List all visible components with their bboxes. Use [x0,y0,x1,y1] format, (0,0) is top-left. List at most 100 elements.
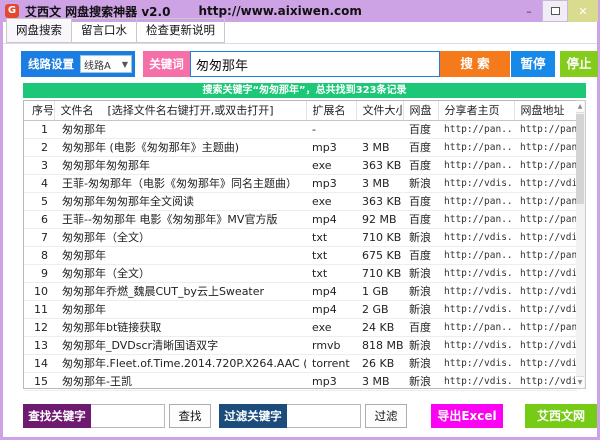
cell-sharer-link[interactable]: http://vdis... [438,174,514,192]
vertical-scrollbar[interactable]: ▲ ▼ [576,100,586,389]
cell-address-link[interactable]: http://pan.... [514,156,577,174]
minimize-button[interactable]: – [516,0,542,22]
scroll-up-icon[interactable]: ▲ [576,101,584,113]
line-select[interactable]: 线路A ▼ [80,55,132,73]
titlebar-url: http://www.aixiwen.com [198,4,361,18]
cell-index: 10 [24,282,54,300]
cell-index: 8 [24,246,54,264]
app-logo-icon: G [5,4,19,18]
cell-ext: mp3 [306,138,356,156]
cell-sharer-link[interactable]: http://pan.... [438,318,514,336]
cell-sharer-link[interactable]: http://pan.... [438,192,514,210]
scrollbar-thumb[interactable] [576,114,584,204]
cell-address-link[interactable]: http://pan.... [514,192,577,210]
stop-button[interactable]: 停止 [560,51,598,77]
cell-address-link[interactable]: http://pan.... [514,210,577,228]
table-row[interactable]: 12匆匆那年bt链接获取exe24 KB百度http://pan....http… [24,318,577,336]
cell-sharer-link[interactable]: http://vdis... [438,228,514,246]
table-row[interactable]: 1匆匆那年-百度http://pan....http://pan.... [24,120,577,138]
cell-address-link[interactable]: http://vdis... [514,300,577,318]
cell-filename[interactable]: 匆匆那年匆匆那年全文阅读 [54,192,306,210]
table-row[interactable]: 14匆匆那年.Fleet.of.Time.2014.720P.X264.AAC … [24,354,577,372]
cell-address-link[interactable]: http://vdis... [514,336,577,354]
cell-sharer-link[interactable]: http://vdis... [438,264,514,282]
tab-message-board[interactable]: 留言口水 [72,18,137,43]
filter-button[interactable]: 过滤 [365,404,407,428]
cell-filename[interactable]: 王菲--匆匆那年 电影《匆匆那年》MV官方版 [54,210,306,228]
header-ext: 扩展名 [306,101,356,120]
filter-keyword-input[interactable] [287,404,361,428]
cell-ext: mp4 [306,300,356,318]
cell-filename[interactable]: 匆匆那年 [54,246,306,264]
table-row[interactable]: 2匆匆那年 (电影《匆匆那年》主题曲)mp33 MB百度http://pan..… [24,138,577,156]
find-button[interactable]: 查找 [169,404,211,428]
table-row[interactable]: 4王菲-匆匆那年（电影《匆匆那年》同名主题曲）mp33 MB新浪http://v… [24,174,577,192]
aixiwen-site-button[interactable]: 艾西文网 [525,404,597,428]
cell-address-link[interactable]: http://vdis... [514,372,577,390]
cell-sharer-link[interactable]: http://pan.... [438,138,514,156]
cell-address-link[interactable]: http://vdis... [514,264,577,282]
cell-address-link[interactable]: http://vdis... [514,354,577,372]
cell-sharer-link[interactable]: http://pan.... [438,246,514,264]
cell-filename[interactable]: 匆匆那年bt链接获取 [54,318,306,336]
cell-filename[interactable]: 匆匆那年-王凯 [54,372,306,390]
cell-sharer-link[interactable]: http://pan.... [438,120,514,138]
table-row[interactable]: 5匆匆那年匆匆那年全文阅读exe363 KB百度http://pan....ht… [24,192,577,210]
cell-address-link[interactable]: http://pan.... [514,120,577,138]
cell-address-link[interactable]: http://pan.... [514,318,577,336]
table-row[interactable]: 7匆匆那年（全文）txt710 KB新浪http://vdis...http:/… [24,228,577,246]
cell-address-link[interactable]: http://vdis... [514,228,577,246]
cell-sharer-link[interactable]: http://vdis... [438,300,514,318]
cell-sharer-link[interactable]: http://vdis... [438,372,514,390]
table-row[interactable]: 13匆匆那年_DVDscr清晰国语双字rmvb818 MB新浪http://vd… [24,336,577,354]
cell-index: 9 [24,264,54,282]
search-button[interactable]: 搜 索 [440,51,510,77]
menu-bar: 网盘搜索 留言口水 检查更新说明 [3,22,597,44]
table-row[interactable]: 3匆匆那年匆匆那年exe363 KB百度http://pan....http:/… [24,156,577,174]
cell-sharer-link[interactable]: http://vdis... [438,282,514,300]
cell-sharer-link[interactable]: http://pan.... [438,156,514,174]
cell-filename[interactable]: 匆匆那年.Fleet.of.Time.2014.720P.X264.AAC (1… [54,354,306,372]
cell-address-link[interactable]: http://pan.... [514,138,577,156]
cell-filename[interactable]: 匆匆那年（全文） [54,228,306,246]
cell-filename[interactable]: 匆匆那年 (电影《匆匆那年》主题曲) [54,138,306,156]
cell-size: 3 MB [356,372,403,390]
maximize-button[interactable] [542,0,568,22]
pause-button[interactable]: 暂停 [511,51,555,77]
cell-filename[interactable]: 匆匆那年_DVDscr清晰国语双字 [54,336,306,354]
tab-pan-search[interactable]: 网盘搜索 [6,18,72,43]
cell-size: 2 GB [356,300,403,318]
keyword-input[interactable] [190,51,440,77]
cell-filename[interactable]: 匆匆那年 [54,120,306,138]
scroll-down-icon[interactable]: ▼ [576,376,584,388]
cell-sharer-link[interactable]: http://pan.... [438,210,514,228]
cell-address-link[interactable]: http://vdis... [514,174,577,192]
table-row[interactable]: 15匆匆那年-王凯mp33 MB新浪http://vdis...http://v… [24,372,577,390]
filename-hint: [选择文件名右键打开,或双击打开] [108,104,274,117]
cell-filename[interactable]: 匆匆那年乔燃_魏晨CUT_by云上Sweater [54,282,306,300]
table-row[interactable]: 11匆匆那年mp42 GB新浪http://vdis...http://vdis… [24,300,577,318]
cell-filename[interactable]: 匆匆那年 [54,300,306,318]
cell-ext: exe [306,156,356,174]
cell-filename[interactable]: 匆匆那年（全文） [54,264,306,282]
export-excel-button[interactable]: 导出Excel [431,404,503,428]
keyword-label: 关键词 [143,51,190,77]
close-button[interactable]: ✕ [568,0,598,22]
cell-ext: txt [306,228,356,246]
cell-address-link[interactable]: http://pan.... [514,246,577,264]
table-row[interactable]: 10匆匆那年乔燃_魏晨CUT_by云上Sweatermp41 GB新浪http:… [24,282,577,300]
tab-update-notes[interactable]: 检查更新说明 [137,18,225,43]
header-filename: 文件名[选择文件名右键打开,或双击打开] [54,101,306,120]
table-row[interactable]: 8匆匆那年txt675 KB百度http://pan....http://pan… [24,246,577,264]
cell-filename[interactable]: 匆匆那年匆匆那年 [54,156,306,174]
cell-filename[interactable]: 王菲-匆匆那年（电影《匆匆那年》同名主题曲） [54,174,306,192]
cell-sharer-link[interactable]: http://vdis... [438,354,514,372]
cell-disk: 百度 [403,120,438,138]
cell-sharer-link[interactable]: http://vdis... [438,336,514,354]
cell-index: 12 [24,318,54,336]
find-keyword-input[interactable] [91,404,165,428]
cell-address-link[interactable]: http://vdis... [514,282,577,300]
cell-disk: 百度 [403,156,438,174]
table-row[interactable]: 6王菲--匆匆那年 电影《匆匆那年》MV官方版mp492 MB百度http://… [24,210,577,228]
table-row[interactable]: 9匆匆那年（全文）txt710 KB新浪http://vdis...http:/… [24,264,577,282]
